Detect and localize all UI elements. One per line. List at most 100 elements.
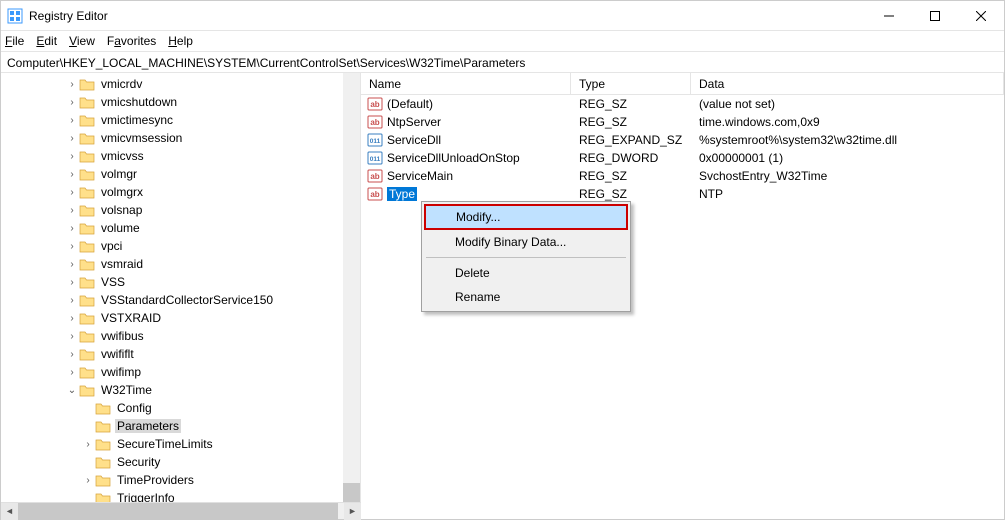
tree-item-vwifimp[interactable]: ›vwifimp [1, 363, 360, 381]
tree-item-vstxraid[interactable]: ›VSTXRAID [1, 309, 360, 327]
expand-icon[interactable]: › [65, 133, 79, 144]
value-name: NtpServer [387, 115, 441, 129]
close-button[interactable] [958, 1, 1004, 31]
string-value-icon: ab [367, 186, 383, 202]
folder-icon [79, 239, 95, 253]
svg-text:ab: ab [370, 100, 379, 109]
expand-icon[interactable]: › [65, 187, 79, 198]
value-row-ntpserver[interactable]: abNtpServerREG_SZtime.windows.com,0x9 [361, 113, 1004, 131]
tree-item-config[interactable]: Config [1, 399, 360, 417]
expand-icon[interactable]: › [65, 169, 79, 180]
tree-item-vsmraid[interactable]: ›vsmraid [1, 255, 360, 273]
expand-icon[interactable]: › [65, 79, 79, 90]
folder-icon [95, 473, 111, 487]
minimize-button[interactable] [866, 1, 912, 31]
tree-item-vpci[interactable]: ›vpci [1, 237, 360, 255]
binary-value-icon: 011 [367, 132, 383, 148]
tree-item-vmicrdv[interactable]: ›vmicrdv [1, 75, 360, 93]
tree-item-volume[interactable]: › volume [1, 219, 360, 237]
tree-item-volmgrx[interactable]: › volmgrx [1, 183, 360, 201]
expand-icon[interactable]: › [65, 115, 79, 126]
tree-item-vss[interactable]: ›VSS [1, 273, 360, 291]
expand-icon[interactable]: › [65, 277, 79, 288]
scroll-left-button[interactable]: ◄ [1, 503, 18, 520]
list-header[interactable]: Name Type Data [361, 73, 1004, 95]
value-row-default[interactable]: ab(Default)REG_SZ(value not set) [361, 95, 1004, 113]
collapse-icon[interactable]: ⌄ [65, 385, 79, 396]
tree-item-label: volmgrx [99, 185, 145, 199]
tree-item-vsstandardcollectorservice150[interactable]: ›VSStandardCollectorService150 [1, 291, 360, 309]
tree-item-vmicshutdown[interactable]: › vmicshutdown [1, 93, 360, 111]
expand-icon[interactable]: › [65, 223, 79, 234]
tree-item-security[interactable]: Security [1, 453, 360, 471]
column-data[interactable]: Data [691, 73, 1004, 94]
value-data: (value not set) [691, 97, 1004, 111]
expand-icon[interactable]: › [65, 349, 79, 360]
value-row-servicedll[interactable]: 011ServiceDllREG_EXPAND_SZ%systemroot%\s… [361, 131, 1004, 149]
expand-icon[interactable]: › [65, 151, 79, 162]
tree-horizontal-scrollbar[interactable]: ◄ ► [1, 502, 361, 519]
folder-icon [95, 401, 111, 415]
menu-view[interactable]: View [69, 34, 95, 48]
expand-icon[interactable]: › [81, 475, 95, 486]
tree-item-volmgr[interactable]: ›volmgr [1, 165, 360, 183]
expand-icon[interactable]: › [81, 439, 95, 450]
tree-pane[interactable]: ›vmicrdv›vmicshutdown›vmictimesync›vmicv… [1, 73, 361, 519]
tree-item-vmictimesync[interactable]: ›vmictimesync [1, 111, 360, 129]
tree-item-label: TimeProviders [115, 473, 196, 487]
expand-icon[interactable]: › [65, 241, 79, 252]
tree-item-timeproviders[interactable]: › TimeProviders [1, 471, 360, 489]
value-type: REG_DWORD [571, 151, 691, 165]
menu-rename[interactable]: Rename [424, 285, 628, 309]
folder-icon [79, 311, 95, 325]
value-row-servicemain[interactable]: abServiceMainREG_SZSvchostEntry_W32Time [361, 167, 1004, 185]
tree-item-label: vmicshutdown [99, 95, 179, 109]
tree-item-securetimelimits[interactable]: ›SecureTimeLimits [1, 435, 360, 453]
column-type[interactable]: Type [571, 73, 691, 94]
tree-item-vmicvmsession[interactable]: ›vmicvmsession [1, 129, 360, 147]
tree-item-volsnap[interactable]: ›volsnap [1, 201, 360, 219]
folder-icon [79, 275, 95, 289]
expand-icon[interactable]: › [65, 367, 79, 378]
expand-icon[interactable]: › [65, 313, 79, 324]
value-data: 0x00000001 (1) [691, 151, 1004, 165]
column-name[interactable]: Name [361, 73, 571, 94]
folder-icon [79, 95, 95, 109]
expand-icon[interactable]: › [65, 331, 79, 342]
svg-text:011: 011 [370, 138, 381, 145]
menu-delete[interactable]: Delete [424, 261, 628, 285]
value-row-servicedllunloadonstop[interactable]: 011ServiceDllUnloadOnStopREG_DWORD0x0000… [361, 149, 1004, 167]
value-data: NTP [691, 187, 1004, 201]
tree-vertical-scrollbar[interactable] [343, 73, 360, 519]
tree-item-vwifibus[interactable]: ›vwifibus [1, 327, 360, 345]
scroll-thumb[interactable] [18, 503, 338, 520]
menu-favorites[interactable]: Favorites [107, 34, 156, 48]
menu-modify-binary[interactable]: Modify Binary Data... [424, 230, 628, 254]
folder-icon [79, 383, 95, 397]
expand-icon[interactable]: › [65, 295, 79, 306]
window-title: Registry Editor [29, 9, 866, 23]
value-data: time.windows.com,0x9 [691, 115, 1004, 129]
folder-icon [79, 167, 95, 181]
menu-help[interactable]: Help [168, 34, 193, 48]
value-type: REG_SZ [571, 97, 691, 111]
menu-file[interactable]: File [5, 34, 24, 48]
tree-item-vmicvss[interactable]: ›vmicvss [1, 147, 360, 165]
address-bar[interactable]: Computer\HKEY_LOCAL_MACHINE\SYSTEM\Curre… [1, 51, 1004, 73]
menu-modify[interactable]: Modify... [424, 204, 628, 230]
folder-icon [79, 347, 95, 361]
folder-icon [79, 329, 95, 343]
menu-edit[interactable]: Edit [36, 34, 57, 48]
expand-icon[interactable]: › [65, 205, 79, 216]
maximize-button[interactable] [912, 1, 958, 31]
binary-value-icon: 011 [367, 150, 383, 166]
tree-item-label: volume [99, 221, 142, 235]
expand-icon[interactable]: › [65, 97, 79, 108]
tree-item-label: Config [115, 401, 154, 415]
expand-icon[interactable]: › [65, 259, 79, 270]
tree-item-parameters[interactable]: Parameters [1, 417, 360, 435]
tree-item-w32time[interactable]: ⌄W32Time [1, 381, 360, 399]
value-name: ServiceDll [387, 133, 441, 147]
scroll-right-button[interactable]: ► [344, 503, 361, 520]
tree-item-vwififlt[interactable]: ›vwififlt [1, 345, 360, 363]
